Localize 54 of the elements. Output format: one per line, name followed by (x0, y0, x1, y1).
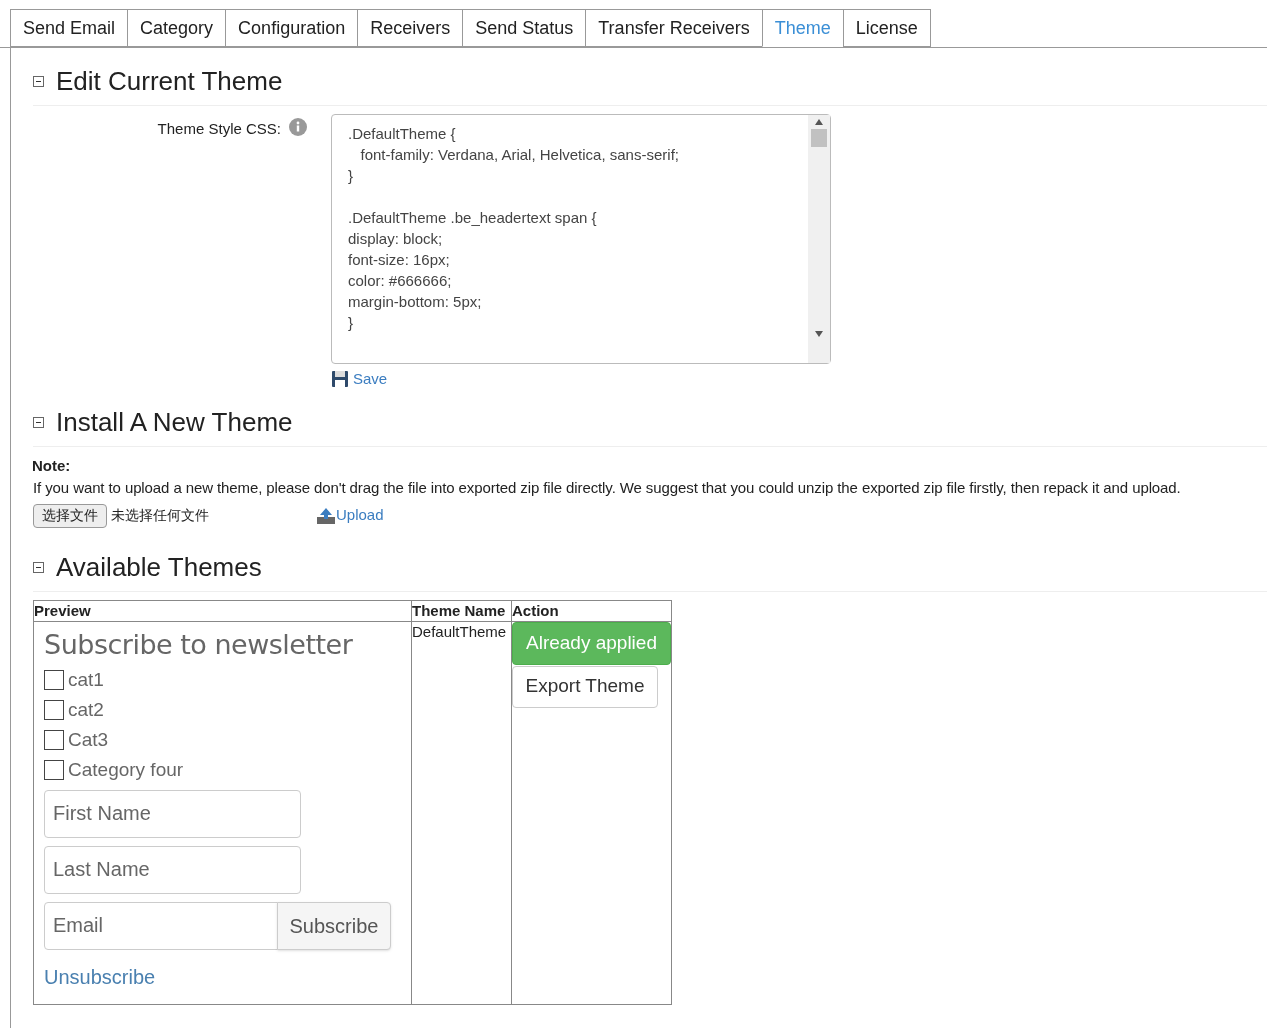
tab[interactable]: Configuration (225, 9, 359, 47)
note-text: If you want to upload a new theme, please don't drag the file into exported zip file directly. We suggest that you could unzip the exported zip file firstly, then repack it and upload. (33, 478, 1182, 498)
collapse-icon[interactable] (33, 416, 44, 428)
code-line: color: #666666; (348, 271, 453, 291)
code-line: font-size: 16px; (348, 250, 451, 270)
code-line: margin-bottom: 5px; (348, 292, 483, 312)
tab[interactable]: Send Email (10, 9, 129, 47)
section-heading: Edit Current Theme (56, 65, 283, 98)
checkbox-label: cat1 (68, 667, 104, 692)
field-label: Theme Style CSS: (157, 119, 281, 139)
column-header: Preview (33, 600, 412, 621)
upload-icon (316, 506, 336, 525)
preview-heading: Subscribe to newsletter (44, 627, 354, 662)
unsubscribe-link[interactable]: Unsubscribe (44, 961, 156, 992)
choose-file-button[interactable]: 选择文件 (33, 503, 107, 528)
scroll-down-arrow-icon[interactable] (815, 331, 823, 337)
collapse-icon[interactable] (33, 561, 44, 573)
code-line: display: block; (348, 229, 444, 249)
code-line: } (348, 166, 354, 186)
checkbox[interactable] (44, 759, 64, 780)
code-line: font-family: Verdana, Arial, Helvetica, sans-serif; (359, 145, 680, 165)
column-header: Action (511, 600, 672, 621)
checkbox-label: Cat3 (68, 727, 109, 752)
upload-link[interactable]: Upload (336, 504, 384, 527)
code-line: .DefaultTheme { (348, 124, 457, 144)
tab[interactable]: License (842, 9, 931, 47)
tab[interactable]: Receivers (357, 9, 464, 47)
code-line: } (348, 313, 354, 333)
section-heading: Install A New Theme (56, 405, 293, 439)
input-field[interactable]: First Name (44, 789, 301, 838)
tab[interactable]: Send Status (462, 9, 587, 47)
checkbox-label: cat2 (68, 697, 104, 722)
note-label: Note: (32, 455, 72, 476)
save-link[interactable]: Save (353, 368, 388, 391)
collapse-icon[interactable] (33, 76, 44, 87)
input-field[interactable]: Last Name (44, 845, 301, 894)
subscribe-button[interactable]: Subscribe (277, 901, 391, 950)
export-theme-button[interactable]: Export Theme (512, 665, 658, 708)
info-icon[interactable] (289, 118, 307, 136)
tab[interactable]: Category (127, 9, 227, 47)
theme-name-cell: DefaultTheme (411, 621, 512, 1004)
column-header: Theme Name (411, 600, 512, 621)
checkbox[interactable] (44, 729, 64, 750)
scroll-up-arrow-icon[interactable] (815, 119, 823, 125)
tab[interactable]: Transfer Receivers (585, 9, 763, 47)
code-line: .DefaultTheme .be_headertext span { (348, 208, 598, 228)
file-status: 未选择任何文件 (111, 506, 210, 525)
scroll-thumb[interactable] (811, 129, 827, 147)
checkbox[interactable] (44, 669, 64, 690)
section-heading: Available Themes (56, 550, 262, 584)
checkbox-label: Category four (68, 757, 184, 782)
css-editor[interactable]: .DefaultTheme { font-family: Verdana, Arial, Helvetica, sans-serif; } .DefaultTheme .be_headertext span { display: block; font-size: 16px; color: #666666; margin-bottom: 5px; } (331, 114, 831, 364)
input-field[interactable]: Email (44, 901, 278, 950)
checkbox[interactable] (44, 699, 64, 720)
